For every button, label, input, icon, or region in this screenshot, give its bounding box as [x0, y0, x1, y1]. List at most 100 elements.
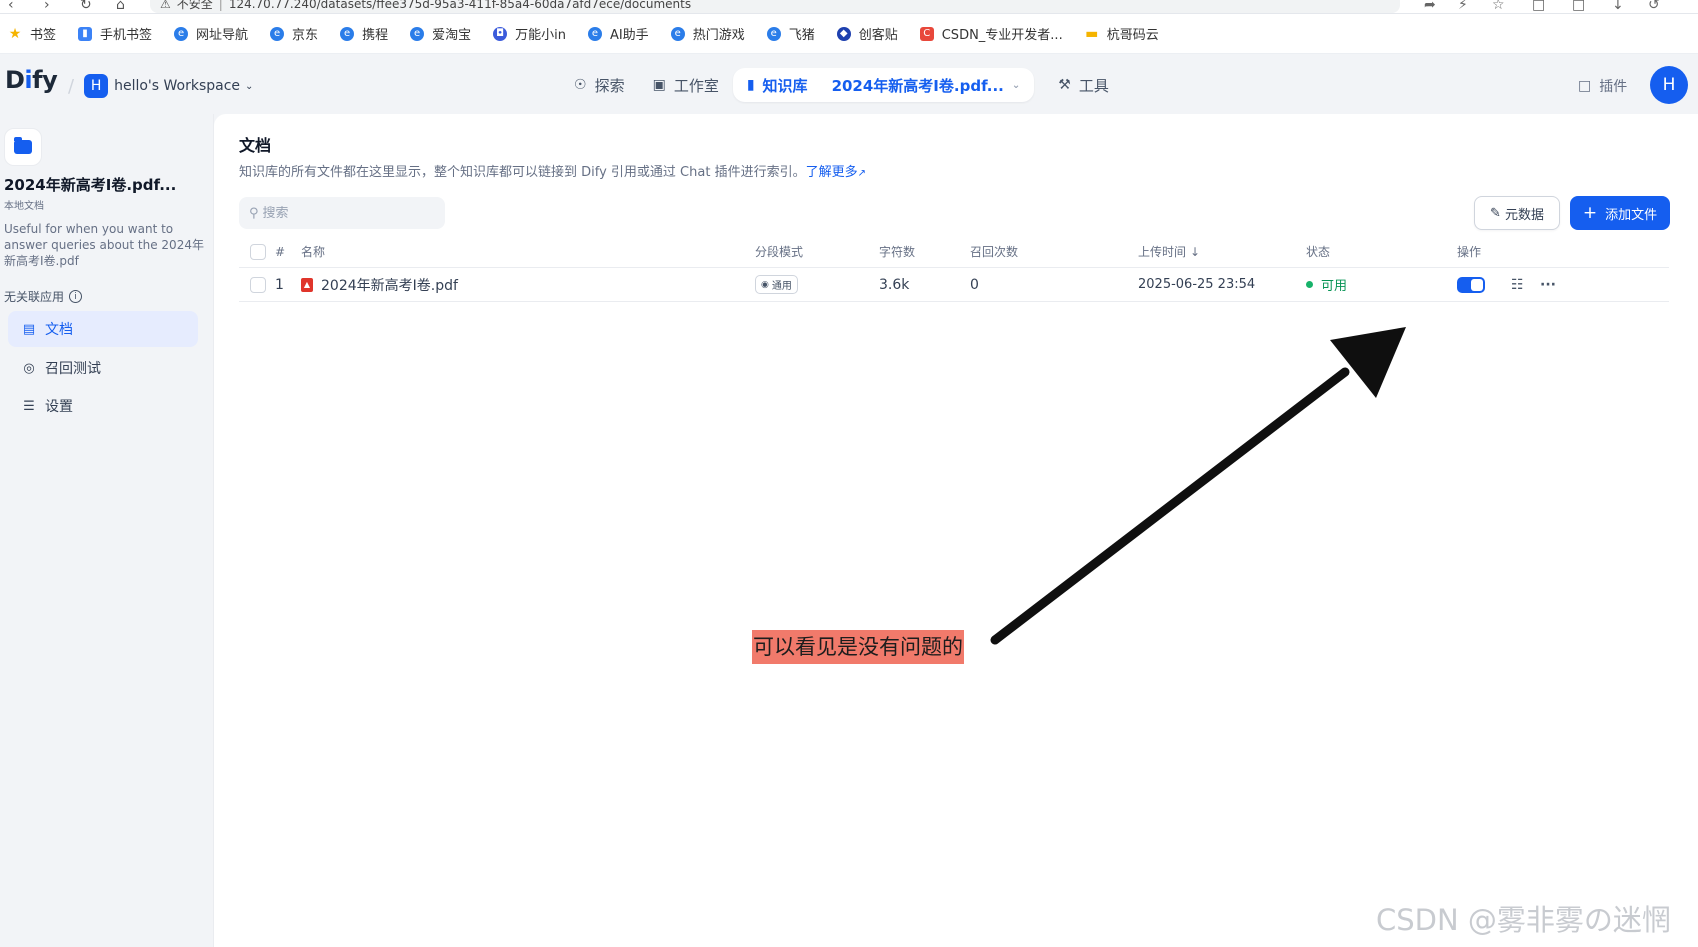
checkbox[interactable]: [250, 276, 266, 293]
table-row[interactable]: 1 ▲ 2024年新高考I卷.pdf ◉ 通用 3.6k 0 2025-06-25 …: [239, 268, 1669, 302]
bookmark-item[interactable]: e 京东: [270, 24, 318, 43]
related-apps[interactable]: 无关联应用 i: [4, 288, 83, 305]
pdf-icon: ▲: [301, 277, 313, 292]
col-mode: 分段模式: [755, 245, 804, 259]
row-checkbox[interactable]: [250, 268, 266, 301]
add-file-label: 添加文件: [1605, 207, 1658, 223]
col-uploaded-label: 上传时间: [1138, 245, 1187, 259]
c-icon: C: [919, 26, 934, 41]
home-icon[interactable]: ⌂: [116, 0, 125, 13]
e-icon: e: [587, 26, 602, 41]
dataset-type: 本地文档: [4, 201, 44, 212]
divider: /: [68, 75, 75, 97]
select-all-checkbox[interactable]: [250, 236, 266, 267]
metadata-button[interactable]: ✎ 元数据: [1474, 196, 1560, 230]
star-icon[interactable]: ☆: [1492, 0, 1505, 13]
forward-icon[interactable]: ›: [44, 0, 50, 13]
download-icon[interactable]: ↧: [1612, 0, 1624, 13]
dify-logo[interactable]: Dify: [5, 66, 58, 94]
bookmark-item[interactable]: ◆ 创客贴: [836, 24, 898, 43]
bookmark-item[interactable]: e 携程: [340, 24, 388, 43]
nav-tools[interactable]: ⚒ 工具: [1044, 68, 1123, 102]
logo-part: fy: [32, 66, 58, 94]
plugins-button[interactable]: □ 插件: [1578, 76, 1627, 96]
row-name[interactable]: ▲ 2024年新高考I卷.pdf: [301, 268, 458, 301]
bookmark-item[interactable]: e 网址导航: [174, 24, 248, 43]
col-uploaded[interactable]: 上传时间 ↓: [1138, 236, 1200, 267]
more-icon[interactable]: ···: [1540, 268, 1556, 301]
bookmark-label: 杭哥码云: [1106, 28, 1159, 43]
bookmark-item[interactable]: e 热门游戏: [670, 24, 745, 43]
logo-part-accent: i: [24, 66, 33, 94]
browser-toolbar: ‹ › ↻ ⌂ ⚠ 不安全 | 124.70.77.240/datasets/ffee…: [0, 0, 1698, 14]
row-uploaded: 2025-06-25 23:54: [1138, 277, 1256, 292]
bookmark-item[interactable]: e AI助手: [587, 24, 649, 43]
bookmark-item[interactable]: ★ 书签: [8, 24, 56, 44]
status-text: 可用: [1321, 279, 1348, 294]
col-status: 状态: [1306, 245, 1331, 259]
bookmarks-bar: ★ 书签 ▮ 手机书签 e 网址导航 e 京东 e 携程 e 爱淘宝 ◘ 万能小in e AI助手 e 热门游戏 e…: [0, 14, 1698, 54]
star-icon: ★: [8, 25, 22, 42]
sidebar-item-documents[interactable]: ▤ 文档: [8, 311, 198, 347]
bookmark-item[interactable]: ◘ 万能小in: [493, 24, 566, 43]
search-icon: ⚲: [249, 205, 259, 221]
sidebar-item-settings[interactable]: ☰ 设置: [8, 388, 198, 424]
url-text: 124.70.77.240/datasets/ffee375d-95a3-411…: [228, 0, 692, 11]
nav-explore[interactable]: ☉ 探索: [560, 68, 639, 102]
table-header: # 名称 分段模式 字符数 召回次数 上传时间 ↓ 状态 操作: [239, 236, 1669, 268]
col-index: #: [275, 244, 286, 259]
chevron-down-icon: ⌄: [1011, 79, 1021, 91]
checkbox[interactable]: [250, 243, 266, 260]
folder-icon: [14, 137, 32, 154]
bookmark-item[interactable]: e 飞猪: [766, 24, 815, 43]
status-dot: [1306, 281, 1313, 288]
info-icon[interactable]: i: [69, 290, 83, 303]
share-icon[interactable]: ➦: [1424, 0, 1436, 13]
sidebar-item-retrieval-test[interactable]: ◎ 召回测试: [8, 350, 198, 386]
history-icon[interactable]: ↺: [1648, 0, 1660, 13]
plus-icon: +: [1582, 203, 1598, 223]
bookmark-label: 网址导航: [196, 28, 249, 43]
row-hits: 0: [970, 276, 979, 293]
bookmark-label: 京东: [292, 28, 319, 43]
learn-more-link[interactable]: 了解更多: [806, 165, 858, 180]
bookmark-item[interactable]: e 爱淘宝: [410, 24, 471, 43]
workspace-avatar: H: [84, 74, 109, 98]
current-dataset-selector[interactable]: 2024年新高考I卷.pdf...: [832, 75, 1004, 96]
search-box[interactable]: ⚲: [239, 197, 445, 229]
col-name: 名称: [301, 245, 326, 259]
e-icon: e: [410, 26, 425, 41]
bolt-icon[interactable]: ⚡: [1458, 0, 1468, 13]
workspace-switcher[interactable]: / H hello's Workspace ⌄: [68, 74, 253, 98]
annotation-label: 可以看见是没有问题的: [752, 630, 964, 664]
sort-arrow-down-icon: ↓: [1190, 244, 1201, 259]
bookmark-label: 爱淘宝: [432, 28, 472, 43]
bookmark-label: 创客贴: [858, 28, 898, 43]
top-nav: ☉ 探索 ▣ 工作室 ▮ 知识库 2024年新高考I卷.pdf... ⌄ ⚒ 工具: [560, 68, 1123, 102]
warning-icon: ⚠: [160, 0, 171, 11]
file-name: 2024年新高考I卷.pdf: [321, 277, 458, 294]
back-icon[interactable]: ‹: [8, 0, 14, 13]
nav-studio[interactable]: ▣ 工作室: [639, 68, 733, 102]
address-bar[interactable]: ⚠ 不安全 | 124.70.77.240/datasets/ffee375d-95a…: [150, 0, 1400, 13]
nav-knowledge[interactable]: ▮ 知识库 2024年新高考I卷.pdf... ⌄: [732, 68, 1035, 102]
add-file-button[interactable]: + 添加文件: [1570, 196, 1670, 230]
reload-icon[interactable]: ↻: [80, 0, 92, 13]
extensions-icon[interactable]: □: [1532, 0, 1545, 13]
search-input[interactable]: [262, 205, 433, 221]
user-avatar[interactable]: H: [1650, 66, 1688, 104]
nav-explore-label: 探索: [594, 76, 625, 95]
segment-settings-icon[interactable]: ☷: [1511, 268, 1524, 301]
bookmark-item[interactable]: ▮ 手机书签: [78, 24, 152, 43]
e-icon: e: [340, 26, 355, 41]
bookmark-item[interactable]: ▬ 杭哥码云: [1085, 24, 1159, 44]
enable-toggle[interactable]: [1457, 268, 1485, 301]
e-icon: e: [270, 26, 285, 41]
bookmark-label: CSDN_专业开发者...: [941, 28, 1063, 43]
toggle-switch[interactable]: [1457, 276, 1485, 293]
general-mode-icon: ◉: [761, 279, 769, 290]
collections-icon[interactable]: □: [1572, 0, 1585, 13]
dataset-description: Useful for when you want to answer queri…: [4, 222, 204, 268]
document-icon: ▤: [22, 321, 36, 337]
bookmark-item[interactable]: C CSDN_专业开发者...: [919, 24, 1063, 43]
